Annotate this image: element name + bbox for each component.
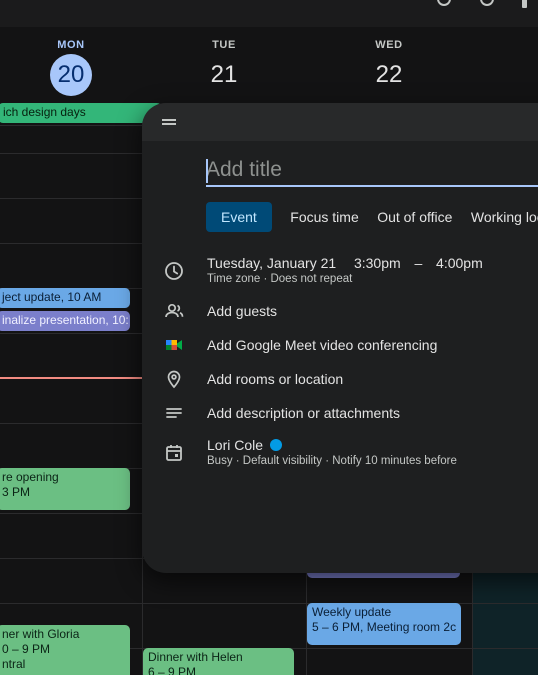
add-meet-label[interactable]: Add Google Meet video conferencing	[207, 337, 437, 353]
add-meet-row[interactable]: Add Google Meet video conferencing	[162, 333, 538, 359]
event-chip-project-update[interactable]: ject update, 10 AM	[0, 288, 130, 308]
quick-event-dialog: Event Focus time Out of office Working l…	[142, 103, 538, 573]
day-of-week-label: WED	[375, 39, 403, 51]
event-time: 3 PM	[2, 485, 31, 499]
event-time: 6 – 9 PM	[148, 665, 197, 675]
event-title: Dinner with Helen	[148, 650, 243, 664]
event-title-input[interactable]	[206, 155, 538, 187]
event-start-time[interactable]: 3:30pm	[354, 255, 401, 271]
event-time: 5 – 6 PM, Meeting room 2c	[312, 620, 457, 634]
all-day-event[interactable]: ich design days	[0, 103, 162, 123]
dialog-drag-bar[interactable]	[142, 103, 538, 141]
event-chip-dinner-helen[interactable]: Dinner with Helen 6 – 9 PM	[143, 648, 294, 675]
settings-icon[interactable]	[522, 0, 527, 8]
tab-working-location[interactable]: Working loca	[471, 202, 538, 232]
tab-event[interactable]: Event	[206, 202, 272, 232]
day-number[interactable]: 21	[203, 54, 245, 96]
event-time: 0 – 9 PM	[2, 642, 51, 656]
day-header-wed[interactable]: WED 22	[306, 27, 472, 103]
day-of-week-label: MON	[57, 39, 85, 51]
location-pin-icon	[167, 370, 181, 389]
text-cursor	[206, 159, 208, 183]
event-title: Weekly update	[312, 605, 392, 619]
notes-icon	[166, 408, 182, 418]
day-number[interactable]: 22	[368, 54, 410, 96]
add-description-label[interactable]: Add description or attachments	[207, 405, 400, 421]
calendar-icon	[166, 445, 182, 461]
event-title: ner with Gloria	[2, 627, 80, 641]
date-time-text[interactable]: Tuesday, January 21 3:30pm – 4:00pm	[207, 255, 483, 271]
day-header-tue[interactable]: TUE 21	[142, 27, 306, 103]
top-app-bar	[0, 0, 538, 27]
event-title: inalize presentation, 10:	[2, 313, 129, 327]
event-chip-weekly-update[interactable]: Weekly update 5 – 6 PM, Meeting room 2c	[307, 603, 461, 645]
event-chip-dinner-gloria[interactable]: ner with Gloria 0 – 9 PM ntral	[0, 625, 130, 675]
event-date[interactable]: Tuesday, January 21	[207, 255, 336, 271]
add-location-label[interactable]: Add rooms or location	[207, 371, 343, 387]
people-icon	[165, 303, 184, 318]
event-title: ich design days	[3, 105, 86, 119]
date-time-row[interactable]: Tuesday, January 21 3:30pm – 4:00pm Time…	[162, 255, 538, 295]
day-header-mon[interactable]: MON 20	[0, 27, 142, 103]
add-guests-label[interactable]: Add guests	[207, 303, 277, 319]
calendar-owner-name: Lori Cole	[207, 437, 264, 453]
tab-out-of-office[interactable]: Out of office	[377, 202, 452, 232]
drag-handle-icon[interactable]	[162, 119, 176, 121]
calendar-owner[interactable]: Lori Cole	[207, 437, 283, 453]
search-icon[interactable]	[437, 0, 451, 6]
calendar-color-dot	[270, 439, 283, 451]
add-guests-row[interactable]: Add guests	[162, 299, 538, 325]
google-meet-icon	[166, 340, 182, 350]
help-icon[interactable]	[480, 0, 494, 6]
event-type-tabs: Event Focus time Out of office Working l…	[206, 202, 538, 232]
event-title: re opening	[2, 470, 59, 484]
current-time-indicator	[0, 377, 142, 379]
time-zone-repeat-text[interactable]: Time zone · Does not repeat	[207, 273, 352, 285]
event-chip-finalize-presentation[interactable]: inalize presentation, 10:	[0, 311, 130, 331]
add-location-row[interactable]: Add rooms or location	[162, 367, 538, 393]
event-location: ntral	[2, 657, 26, 671]
day-number-today[interactable]: 20	[50, 54, 92, 96]
event-chip-store-opening[interactable]: re opening 3 PM	[0, 468, 130, 510]
time-separator: –	[414, 255, 423, 271]
add-description-row[interactable]: Add description or attachments	[162, 401, 538, 427]
event-title: ject update, 10 AM	[2, 290, 102, 304]
clock-icon	[165, 262, 183, 280]
calendar-select-row[interactable]: Lori Cole Busy · Default visibility · No…	[162, 435, 538, 475]
day-of-week-label: TUE	[212, 39, 236, 51]
event-end-time[interactable]: 4:00pm	[436, 255, 483, 271]
calendar-settings-summary[interactable]: Busy · Default visibility · Notify 10 mi…	[207, 455, 457, 467]
tab-focus-time[interactable]: Focus time	[290, 202, 358, 232]
